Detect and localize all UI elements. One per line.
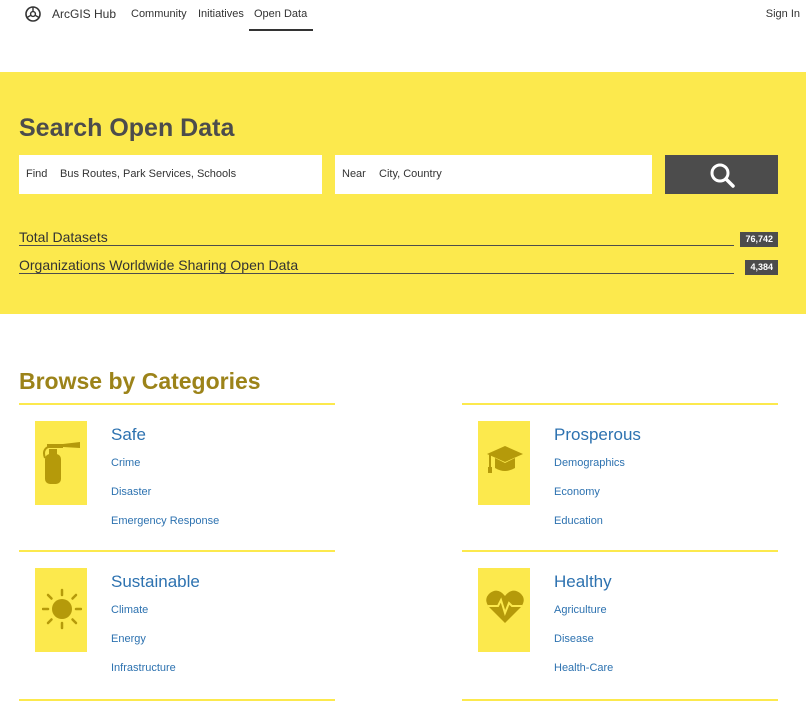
near-label: Near bbox=[342, 168, 366, 180]
category-icon-box[interactable] bbox=[35, 568, 87, 652]
category-link-emergency-response[interactable]: Emergency Response bbox=[111, 515, 219, 527]
category-link-disaster[interactable]: Disaster bbox=[111, 486, 151, 498]
stat-label: Total Datasets bbox=[19, 229, 110, 245]
graduation-cap-icon bbox=[487, 446, 523, 473]
divider bbox=[19, 699, 335, 701]
search-button[interactable] bbox=[665, 155, 778, 194]
near-placeholder: City, Country bbox=[379, 168, 442, 180]
category-name-sustainable[interactable]: Sustainable bbox=[111, 572, 200, 592]
category-icon-box[interactable] bbox=[35, 421, 87, 505]
active-nav-indicator bbox=[249, 29, 313, 31]
category-link-infrastructure[interactable]: Infrastructure bbox=[111, 662, 176, 674]
sun-icon bbox=[42, 588, 82, 630]
near-input[interactable]: Near City, Country bbox=[335, 155, 652, 194]
category-card-sustainable: Sustainable Climate Energy Infrastructur… bbox=[19, 550, 335, 698]
category-link-disease[interactable]: Disease bbox=[554, 633, 594, 645]
category-link-economy[interactable]: Economy bbox=[554, 486, 600, 498]
brand-name[interactable]: ArcGIS Hub bbox=[52, 7, 116, 21]
divider bbox=[462, 699, 778, 701]
page-title: Search Open Data bbox=[19, 114, 235, 142]
category-link-agriculture[interactable]: Agriculture bbox=[554, 604, 607, 616]
stat-leader-line bbox=[19, 273, 734, 274]
category-card-prosperous: Prosperous Demographics Economy Educatio… bbox=[462, 403, 778, 551]
top-nav: ArcGIS Hub Community Initiatives Open Da… bbox=[0, 0, 806, 32]
category-card-healthy: Healthy Agriculture Disease Health-Care bbox=[462, 550, 778, 698]
category-link-climate[interactable]: Climate bbox=[111, 604, 148, 616]
search-icon bbox=[710, 163, 735, 188]
stat-value-badge: 76,742 bbox=[740, 232, 778, 247]
category-icon-box[interactable] bbox=[478, 568, 530, 652]
stat-total-datasets: Total Datasets 76,742 bbox=[19, 229, 778, 247]
category-name-prosperous[interactable]: Prosperous bbox=[554, 425, 641, 445]
heartbeat-icon bbox=[486, 590, 524, 623]
categories-heading: Browse by Categories bbox=[19, 368, 261, 394]
search-hero: Search Open Data Find Bus Routes, Park S… bbox=[0, 72, 806, 314]
category-link-crime[interactable]: Crime bbox=[111, 457, 140, 469]
category-card-safe: Safe Crime Disaster Emergency Response bbox=[19, 403, 335, 551]
fire-extinguisher-icon bbox=[43, 442, 80, 484]
find-label: Find bbox=[26, 168, 48, 180]
stat-value-badge: 4,384 bbox=[745, 260, 778, 275]
arcgis-hub-logo-icon[interactable] bbox=[24, 5, 42, 23]
category-link-health-care[interactable]: Health-Care bbox=[554, 662, 613, 674]
nav-link-open-data[interactable]: Open Data bbox=[254, 8, 307, 20]
find-input[interactable]: Find Bus Routes, Park Services, Schools bbox=[19, 155, 322, 194]
category-name-safe[interactable]: Safe bbox=[111, 425, 146, 445]
category-link-demographics[interactable]: Demographics bbox=[554, 457, 625, 469]
sign-in-link[interactable]: Sign In bbox=[766, 8, 800, 20]
category-link-education[interactable]: Education bbox=[554, 515, 603, 527]
nav-link-initiatives[interactable]: Initiatives bbox=[198, 8, 244, 20]
category-link-energy[interactable]: Energy bbox=[111, 633, 146, 645]
nav-link-community[interactable]: Community bbox=[131, 8, 187, 20]
stat-label: Organizations Worldwide Sharing Open Dat… bbox=[19, 257, 301, 273]
stat-organizations: Organizations Worldwide Sharing Open Dat… bbox=[19, 257, 778, 275]
category-icon-box[interactable] bbox=[478, 421, 530, 505]
category-name-healthy[interactable]: Healthy bbox=[554, 572, 612, 592]
find-placeholder: Bus Routes, Park Services, Schools bbox=[60, 168, 237, 180]
stat-leader-line bbox=[19, 245, 734, 246]
